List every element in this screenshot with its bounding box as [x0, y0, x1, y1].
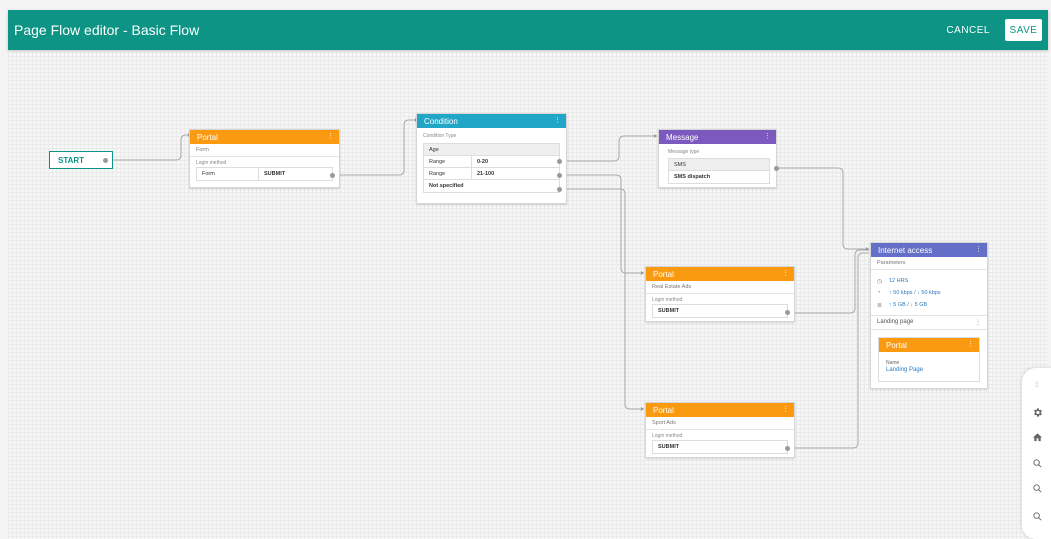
more-vert-icon[interactable]: ⋮ [554, 116, 561, 124]
landing-portal-card[interactable]: Portal ⋮ Name Landing Page [878, 337, 980, 382]
portal-subtitle: Real Estate Ads [646, 281, 794, 294]
save-button[interactable]: SAVE [1005, 19, 1042, 41]
condition-output-connector[interactable] [557, 187, 562, 192]
zoom-out-icon[interactable] [1030, 509, 1044, 523]
more-vert-icon[interactable]: ⋮ [967, 340, 974, 348]
message-type-box: SMS SMS dispatch [668, 158, 770, 184]
cancel-button[interactable]: CANCEL [946, 25, 990, 36]
more-vert-icon[interactable]: ⋮ [327, 132, 334, 140]
landing-portal-header[interactable]: Portal ⋮ [879, 338, 979, 352]
portal-node-header[interactable]: Portal ⋮ [646, 403, 794, 417]
data-limit: ↑ 5 GB / ↓ 5 GB [889, 302, 928, 308]
page-title: Page Flow editor - Basic Flow [14, 22, 200, 38]
start-label: START [58, 155, 85, 165]
portal-node-title: Portal [653, 405, 674, 415]
message-node-title: Message [666, 132, 699, 142]
portal2-output-connector[interactable] [785, 310, 790, 315]
start-connector[interactable] [103, 158, 108, 163]
login-method-label: Login method [196, 160, 227, 166]
more-vert-icon[interactable]: ⋮ [764, 132, 771, 140]
internet-access-title: Internet access [878, 245, 933, 255]
message-dispatch: SMS dispatch [674, 174, 711, 180]
condition-node-header[interactable]: Condition ⋮ [417, 114, 566, 128]
bandwidth-limit: ↑ 50 kbps / ↓ 50 kbps [889, 290, 941, 296]
login-method-action: SUBMIT [658, 308, 680, 314]
condition-row-value: 0-20 [477, 158, 489, 165]
landing-name-label: Name [886, 360, 900, 366]
login-method-action: SUBMIT [658, 444, 680, 450]
zoom-reset-icon[interactable] [1030, 481, 1044, 495]
clock-icon: ◷ [877, 278, 883, 285]
portal-subtitle: Sport Ads [646, 417, 794, 430]
condition-table: Age Range 0-20 Range 21-100 Not specifie… [423, 143, 560, 193]
landing-name-value: Landing Page [886, 367, 924, 373]
message-type-value: SMS [674, 161, 686, 168]
login-method-label: Login method [652, 297, 683, 303]
portal1-output-connector[interactable] [330, 173, 335, 178]
more-vert-icon[interactable]: ⋮ [782, 269, 789, 277]
condition-type-value: Age [429, 146, 439, 153]
more-vert-icon[interactable]: ⋮ [975, 319, 981, 326]
home-icon[interactable] [1030, 430, 1044, 444]
parameters-list: ◷ 12 HRS ◔ ↑ 50 kbps / ↓ 50 kbps ≣ ↑ 5 G… [871, 270, 987, 316]
portal-node-form[interactable]: Portal ⋮ Form Login method Form SUBMIT [189, 129, 340, 188]
portal-node-title: Portal [197, 132, 218, 142]
portal-node-title: Portal [653, 269, 674, 279]
portal-node-sport[interactable]: Portal ⋮ Sport Ads Login method SUBMIT [645, 402, 795, 458]
condition-node[interactable]: Condition ⋮ Condition Type Age Range 0-2… [416, 113, 567, 204]
more-vert-icon[interactable]: ⋮ [975, 245, 982, 253]
message-node[interactable]: Message ⋮ Message type SMS SMS dispatch [658, 129, 777, 188]
gear-icon[interactable] [1030, 405, 1044, 419]
landing-portal-title: Portal [886, 340, 907, 350]
time-limit: 12 HRS [889, 278, 909, 284]
condition-not-specified: Not specified [429, 183, 464, 189]
login-method-action: SUBMIT [264, 171, 286, 177]
portal-subtitle: Form [190, 144, 339, 157]
portal-node-header[interactable]: Portal ⋮ [646, 267, 794, 281]
internet-access-node[interactable]: Internet access ⋮ Parameters ◷ 12 HRS ◔ … [870, 242, 988, 389]
condition-output-connector[interactable] [557, 173, 562, 178]
condition-row-label: Range [424, 168, 472, 179]
more-vert-icon[interactable]: ⋮ [782, 405, 789, 413]
login-method-box: Form SUBMIT [196, 167, 333, 181]
internet-access-header[interactable]: Internet access ⋮ [871, 243, 987, 257]
landing-page-label: Landing page [877, 319, 914, 325]
login-method-label: Login method [652, 433, 683, 439]
condition-output-connector[interactable] [557, 159, 562, 164]
tool-panel: ⁞⁞ [1022, 368, 1051, 539]
message-output-connector[interactable] [774, 166, 779, 171]
condition-node-title: Condition [424, 116, 458, 126]
login-method-box: SUBMIT [652, 304, 788, 318]
settings-icon[interactable]: ⁞⁞ [1030, 378, 1044, 392]
speed-icon: ◔ [877, 290, 881, 296]
portal-node-header[interactable]: Portal ⋮ [190, 130, 339, 144]
portal-node-real-estate[interactable]: Portal ⋮ Real Estate Ads Login method SU… [645, 266, 795, 322]
login-method-type: Form [197, 168, 259, 180]
app-header: Page Flow editor - Basic Flow CANCEL SAV… [8, 10, 1048, 50]
zoom-in-icon[interactable] [1030, 456, 1044, 470]
condition-type-label: Condition Type [423, 133, 457, 139]
condition-row-label: Range [424, 156, 472, 167]
message-node-header[interactable]: Message ⋮ [659, 130, 776, 144]
message-type-label: Message type [668, 149, 700, 155]
data-icon: ≣ [877, 302, 883, 309]
condition-row-value: 21-100 [477, 170, 495, 177]
portal3-output-connector[interactable] [785, 446, 790, 451]
parameters-label: Parameters [871, 257, 987, 270]
login-method-box: SUBMIT [652, 440, 788, 454]
